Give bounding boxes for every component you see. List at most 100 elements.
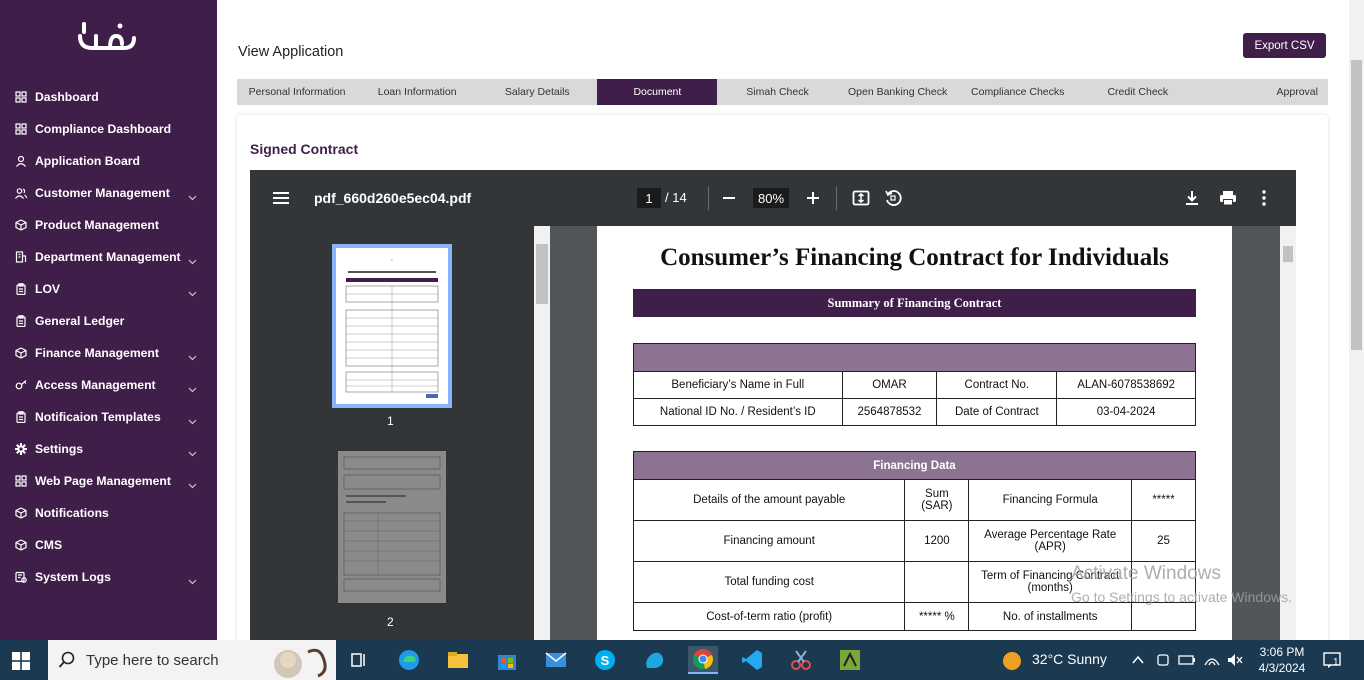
fit-page-icon[interactable] xyxy=(851,188,871,208)
sidebar-item-compliance-dashboard[interactable]: Compliance Dashboard xyxy=(0,113,217,145)
tab-loan-information[interactable]: Loan Information xyxy=(357,79,477,105)
tab-open-banking-check[interactable]: Open Banking Check xyxy=(838,79,958,105)
table-cell: Financing amount xyxy=(632,520,906,562)
sidebar-item-notificaion-templates[interactable]: Notificaion Templates xyxy=(0,401,217,433)
table-cell: 25 xyxy=(1131,520,1196,562)
party-table-header xyxy=(633,343,1196,372)
zoom-level-input[interactable]: 80% xyxy=(753,188,789,208)
sidebar-item-access-management[interactable]: Access Management xyxy=(0,369,217,401)
table-cell: Sum (SAR) xyxy=(904,479,970,521)
sidebar-item-dashboard[interactable]: Dashboard xyxy=(0,81,217,113)
notification-count: 1 xyxy=(1333,657,1339,668)
chevron-down-icon[interactable] xyxy=(188,477,197,489)
sidebar-item-product-management[interactable]: Product Management xyxy=(0,209,217,241)
edge-browser-icon[interactable] xyxy=(394,646,424,674)
table-cell: 03-04-2024 xyxy=(1056,398,1196,426)
clock-time: 3:06 PM xyxy=(1259,645,1305,659)
chevron-up-icon[interactable] xyxy=(1131,653,1145,667)
thumbnail-pane: ◦ 1 2 xyxy=(250,226,550,640)
tab-document[interactable]: Document xyxy=(597,79,718,105)
export-csv-button[interactable]: Export CSV xyxy=(1243,33,1326,58)
cloud-app-icon[interactable] xyxy=(639,646,669,674)
tab-credit-check[interactable]: Credit Check xyxy=(1078,79,1198,105)
download-icon[interactable] xyxy=(1182,188,1202,208)
page-scrollbar[interactable] xyxy=(1349,0,1364,640)
page-thumbnail-1[interactable]: ◦ xyxy=(332,244,452,408)
chevron-down-icon[interactable] xyxy=(188,349,197,361)
sidebar-item-label: Department Management xyxy=(35,250,181,264)
tab-compliance-checks[interactable]: Compliance Checks xyxy=(958,79,1078,105)
store-icon[interactable] xyxy=(492,646,522,674)
chevron-down-icon[interactable] xyxy=(188,573,197,585)
page-thumbnail-2[interactable] xyxy=(338,451,446,603)
volume-muted-icon[interactable] xyxy=(1226,652,1244,668)
page-total: / 14 xyxy=(665,190,687,205)
chevron-down-icon[interactable] xyxy=(188,189,197,201)
chevron-down-icon[interactable] xyxy=(188,381,197,393)
skype-icon[interactable]: S xyxy=(590,646,620,674)
thumbnail-preview: ◦ xyxy=(336,248,448,404)
sidebar: Dashboard Compliance Dashboard Application… xyxy=(0,0,217,640)
table-cell: Average Percentage Rate (APR) xyxy=(968,520,1133,562)
scrollbar-thumb[interactable] xyxy=(536,244,548,304)
page-number-input[interactable]: 1 xyxy=(637,188,661,208)
notification-center-icon[interactable]: 1 xyxy=(1322,650,1342,670)
scrollbar-thumb[interactable] xyxy=(1283,246,1293,262)
app-icon[interactable] xyxy=(835,646,865,674)
chevron-down-icon[interactable] xyxy=(188,445,197,457)
more-options-icon[interactable] xyxy=(1254,188,1274,208)
sidebar-item-general-ledger[interactable]: General Ledger xyxy=(0,305,217,337)
tab-approval[interactable]: Approval xyxy=(1198,79,1328,105)
table-cell: ***** % xyxy=(904,602,970,631)
tab-salary-details[interactable]: Salary Details xyxy=(477,79,597,105)
sidebar-item-cms[interactable]: CMS xyxy=(0,529,217,561)
pdf-scrollbar[interactable] xyxy=(1280,226,1296,640)
sidebar-item-web-page-management[interactable]: Web Page Management xyxy=(0,465,217,497)
thumbnail-scrollbar[interactable] xyxy=(534,226,550,640)
battery-icon[interactable] xyxy=(1178,652,1196,668)
taskbar-search[interactable]: Type here to search xyxy=(48,640,336,680)
chevron-down-icon[interactable] xyxy=(188,413,197,425)
sidebar-item-customer-management[interactable]: Customer Management xyxy=(0,177,217,209)
menu-icon[interactable] xyxy=(272,189,290,207)
task-view-icon[interactable] xyxy=(344,646,374,674)
brand-logo[interactable] xyxy=(76,18,138,54)
sidebar-item-label: Dashboard xyxy=(35,90,99,104)
vscode-icon[interactable] xyxy=(737,646,767,674)
key-icon xyxy=(15,379,27,391)
file-explorer-icon[interactable] xyxy=(443,646,473,674)
sidebar-item-department-management[interactable]: Department Management xyxy=(0,241,217,273)
device-icon[interactable] xyxy=(1155,652,1171,668)
chrome-icon[interactable] xyxy=(688,646,718,674)
sidebar-item-system-logs[interactable]: System Logs xyxy=(0,561,217,593)
box-icon xyxy=(15,507,27,519)
chevron-down-icon[interactable] xyxy=(188,253,197,265)
sidebar-item-label: Settings xyxy=(35,442,84,456)
thumbnail-label: 1 xyxy=(387,414,394,428)
sidebar-item-application-board[interactable]: Application Board xyxy=(0,145,217,177)
chevron-down-icon[interactable] xyxy=(188,285,197,297)
sidebar-item-settings[interactable]: Settings xyxy=(0,433,217,465)
snipping-tool-icon[interactable] xyxy=(786,646,816,674)
zoom-in-icon[interactable] xyxy=(803,188,823,208)
activation-watermark-text: Go to Settings to activate Windows. xyxy=(1071,589,1292,605)
mail-icon[interactable] xyxy=(541,646,571,674)
sidebar-item-lov[interactable]: LOV xyxy=(0,273,217,305)
sidebar-item-finance-management[interactable]: Finance Management xyxy=(0,337,217,369)
rotate-icon[interactable] xyxy=(883,188,903,208)
scrollbar-thumb[interactable] xyxy=(1351,60,1362,350)
wifi-icon[interactable] xyxy=(1203,652,1221,668)
table-cell: No. of installments xyxy=(968,602,1133,631)
weather-text[interactable]: 32°C Sunny xyxy=(1032,651,1107,667)
application-tabs: Personal Information Loan Information Sala… xyxy=(237,79,1328,105)
table-cell: Contract No. xyxy=(936,371,1058,399)
windows-start-icon[interactable] xyxy=(12,652,30,670)
sidebar-item-label: Finance Management xyxy=(35,346,159,360)
print-icon[interactable] xyxy=(1218,188,1238,208)
zoom-out-icon[interactable] xyxy=(719,188,739,208)
taskbar-clock[interactable]: 3:06 PM 4/3/2024 xyxy=(1255,644,1309,676)
sidebar-item-label: LOV xyxy=(35,282,61,296)
sidebar-item-notifications[interactable]: Notifications xyxy=(0,497,217,529)
tab-personal-information[interactable]: Personal Information xyxy=(237,79,357,105)
tab-simah-check[interactable]: Simah Check xyxy=(717,79,837,105)
